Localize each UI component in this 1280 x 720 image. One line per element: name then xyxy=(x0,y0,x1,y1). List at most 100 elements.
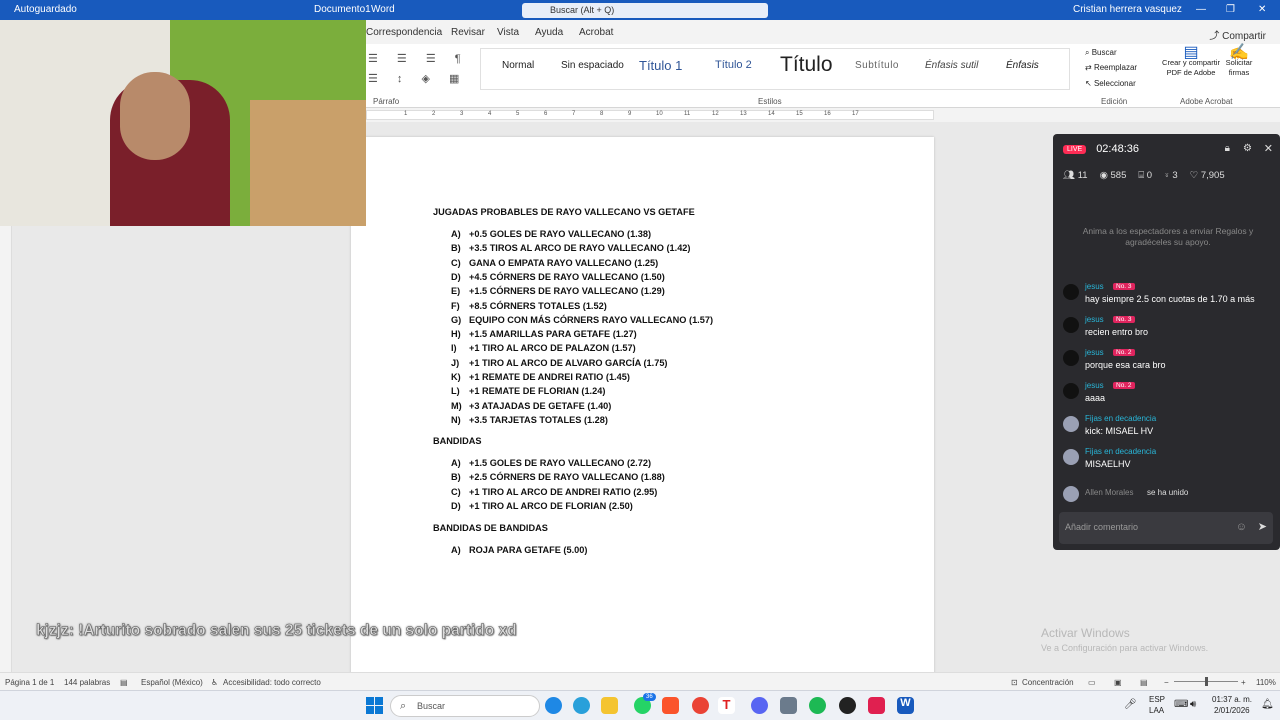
zoom-slider-thumb[interactable] xyxy=(1205,677,1208,686)
ruler-number: 8 xyxy=(600,111,604,117)
tab-revisar[interactable]: Revisar xyxy=(451,27,485,38)
spotify-icon[interactable] xyxy=(809,697,826,714)
chat-text: aaaa xyxy=(1085,393,1106,403)
windows-start-icon[interactable] xyxy=(366,697,383,714)
file-explorer-icon[interactable] xyxy=(601,697,618,714)
tab-ayuda[interactable]: Ayuda xyxy=(535,27,563,38)
mic-icon[interactable]: 🎤︎ xyxy=(1124,699,1137,710)
chat-username: jesus xyxy=(1085,282,1104,291)
style-subtitulo[interactable]: Subtítulo xyxy=(855,60,899,71)
minimize-icon[interactable]: — xyxy=(1196,4,1206,15)
tab-correspondencia[interactable]: Correspondencia xyxy=(366,27,442,38)
tab-acrobat[interactable]: Acrobat xyxy=(579,27,613,38)
close-icon[interactable]: ✕ xyxy=(1264,142,1273,155)
request-signatures-button[interactable]: ✍ Solicitar firmas xyxy=(1222,45,1256,78)
style-enfasis-sutil[interactable]: Énfasis sutil xyxy=(925,60,978,71)
autosave-label[interactable]: Autoguardado xyxy=(14,4,77,15)
magnifier-icon: ⌕ xyxy=(1085,48,1090,57)
obs-icon[interactable] xyxy=(839,697,856,714)
web-layout-icon[interactable]: ▤ xyxy=(1140,678,1148,687)
clock-date[interactable]: 2/01/2026 xyxy=(1214,706,1250,715)
alignment-tools-icon[interactable]: ☰ ↕ ◈ ▦ xyxy=(368,72,467,85)
chrome-icon[interactable] xyxy=(692,697,709,714)
network-icon[interactable]: ⌨ xyxy=(1174,699,1188,710)
whatsapp-badge: 36 xyxy=(643,693,656,701)
doc-list-item: C) GANA O EMPATA RAYO VALLECANO (1.25) xyxy=(451,258,658,268)
zoom-out-icon[interactable]: − xyxy=(1164,678,1169,687)
typora-icon[interactable]: T xyxy=(718,697,735,714)
emoji-icon[interactable]: ☺ xyxy=(1236,521,1247,533)
list-item-text: +1 TIRO AL ARCO DE PALAZON (1.57) xyxy=(469,343,636,354)
focus-icon[interactable]: ⊡ xyxy=(1011,678,1018,687)
close-icon[interactable]: ✕ xyxy=(1258,4,1266,15)
zoom-level[interactable]: 110% xyxy=(1256,678,1276,687)
accessibility-status[interactable]: Accesibilidad: todo correcto xyxy=(223,678,321,687)
restore-icon[interactable]: ❐ xyxy=(1226,4,1235,15)
input-language-2[interactable]: LAA xyxy=(1149,706,1164,715)
accessibility-icon[interactable]: ♿︎ xyxy=(211,678,218,687)
list-marker: N) xyxy=(451,414,461,425)
style-titulo-1[interactable]: Título 1 xyxy=(639,58,682,73)
find-button[interactable]: ⌕ Buscar xyxy=(1085,48,1117,58)
style-sin-espaciado[interactable]: Sin espaciado xyxy=(561,60,624,71)
tab-vista[interactable]: Vista xyxy=(497,27,519,38)
horizontal-ruler[interactable]: 1 2 3 4 5 6 7 8 9 10 11 12 13 14 15 16 17 xyxy=(366,108,1280,122)
edge-icon[interactable] xyxy=(545,697,562,714)
input-language-1[interactable]: ESP xyxy=(1149,695,1165,704)
user-name[interactable]: Cristian herrera vasquez xyxy=(1073,4,1182,15)
list-item-text: GANA O EMPATA RAYO VALLECANO (1.25) xyxy=(469,257,659,268)
discord-icon[interactable] xyxy=(751,697,768,714)
telegram-icon[interactable] xyxy=(573,697,590,714)
comment-input[interactable]: Añadir comentario ☺ ➤ xyxy=(1059,512,1273,544)
print-layout-icon[interactable]: ▣ xyxy=(1114,678,1122,687)
create-pdf-button[interactable]: ▤ Crear y compartir PDF de Adobe xyxy=(1157,45,1225,78)
document-name[interactable]: Documento1 xyxy=(314,4,371,15)
activate-windows-watermark: Activar Windows Ve a Configuración para … xyxy=(1041,626,1208,653)
calculator-icon[interactable] xyxy=(780,697,797,714)
page-count[interactable]: Página 1 de 1 xyxy=(5,678,54,687)
proofing-icon[interactable]: ▤ xyxy=(120,678,128,687)
taskbar-search[interactable]: ⌕ Buscar xyxy=(390,695,540,717)
style-normal[interactable]: Normal xyxy=(502,60,534,71)
views-stat: ◉ 585 xyxy=(1100,170,1127,181)
avatar xyxy=(1063,449,1079,465)
paragraph-tools-icon[interactable]: ☰ ☰ ☰ ¶ xyxy=(368,52,469,65)
ruler-number: 13 xyxy=(740,111,747,117)
rank-badge: No. 2 xyxy=(1113,349,1135,356)
replace-button[interactable]: ⇄ Reemplazar xyxy=(1085,63,1137,72)
search-input[interactable]: Buscar (Alt + Q) xyxy=(522,3,768,18)
replace-label: Reemplazar xyxy=(1093,63,1138,72)
doc-heading-1: JUGADAS PROBABLES DE RAYO VALLECANO VS G… xyxy=(433,207,695,217)
clock-time[interactable]: 01:37 a. m. xyxy=(1212,695,1252,704)
ruler-number: 12 xyxy=(712,111,719,117)
list-item-text: +4.5 CÓRNERS DE RAYO VALLECANO (1.50) xyxy=(469,271,665,282)
select-button[interactable]: ↖ Seleccionar xyxy=(1085,79,1136,88)
read-mode-icon[interactable]: ▭ xyxy=(1088,678,1096,687)
word-count[interactable]: 144 palabras xyxy=(64,678,110,687)
lock-icon[interactable]: 🔒︎ xyxy=(1225,143,1230,154)
tiktok-icon[interactable] xyxy=(868,697,885,714)
zoom-in-icon[interactable]: + xyxy=(1241,678,1246,687)
ruler-number: 10 xyxy=(656,111,663,117)
list-item-text: +3.5 TIROS AL ARCO DE RAYO VALLECANO (1.… xyxy=(469,243,691,254)
chat-username: jesus xyxy=(1085,348,1104,357)
focus-mode[interactable]: Concentración xyxy=(1022,678,1074,687)
doc-list-item: A) +1.5 GOLES DE RAYO VALLECANO (2.72) xyxy=(451,458,651,468)
notification-icon[interactable]: 🔔︎ xyxy=(1261,699,1274,710)
send-icon[interactable]: ➤ xyxy=(1258,520,1267,533)
share-button[interactable]: ⤴ Compartir xyxy=(1209,27,1266,42)
list-marker: B) xyxy=(451,243,461,254)
volume-icon[interactable]: 🔊︎ xyxy=(1190,699,1196,710)
style-titulo-2[interactable]: Título 2 xyxy=(715,59,752,71)
style-enfasis[interactable]: Énfasis xyxy=(1006,60,1039,71)
word-icon[interactable]: W xyxy=(897,697,914,714)
list-item-text: EQUIPO CON MÁS CÓRNERS RAYO VALLECANO (1… xyxy=(469,314,714,325)
settings-icon[interactable]: ⚙︎ xyxy=(1243,143,1252,154)
style-titulo[interactable]: Título xyxy=(780,53,833,77)
webcam-overlay xyxy=(0,20,366,226)
doc-list-item: K) +1 REMATE DE ANDREI RATIO (1.45) xyxy=(451,372,630,382)
title-bar: Autoguardado Documento1 Word Buscar (Alt… xyxy=(0,0,1280,20)
language[interactable]: Español (México) xyxy=(141,678,203,687)
brave-icon[interactable] xyxy=(662,697,679,714)
document-page[interactable]: JUGADAS PROBABLES DE RAYO VALLECANO VS G… xyxy=(351,137,934,677)
